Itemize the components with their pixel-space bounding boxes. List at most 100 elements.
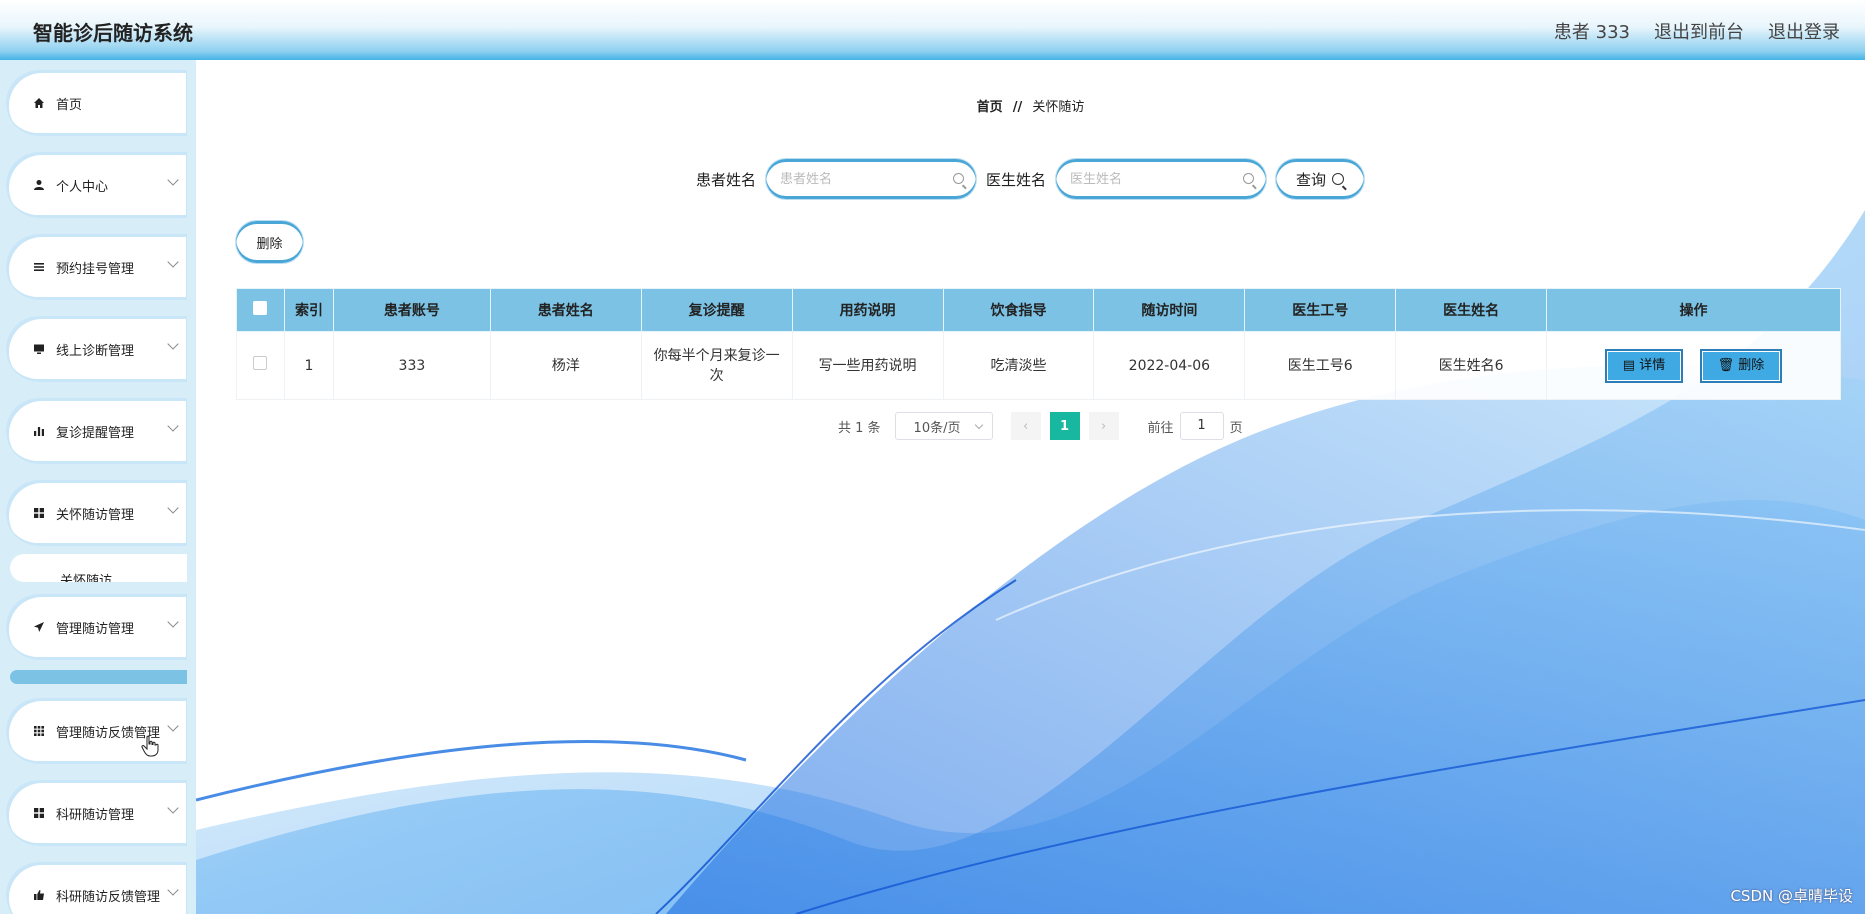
- cell-diet: 吃清淡些: [942, 331, 1095, 400]
- cell-doctor-name: 医生姓名6: [1395, 331, 1548, 400]
- column-header: 复诊提醒: [640, 288, 793, 332]
- grid-icon: [32, 806, 46, 820]
- delete-label: 删除: [1738, 357, 1765, 373]
- patient-name-input[interactable]: [780, 171, 941, 187]
- column-header: 医生姓名: [1395, 288, 1548, 332]
- grid-icon: [32, 506, 46, 520]
- sidebar-item-label: 首页: [56, 97, 83, 113]
- chevron-down-icon: [167, 338, 179, 350]
- breadcrumb-separator: //: [1012, 100, 1023, 115]
- chevron-down-icon: [167, 174, 179, 186]
- sidebar-item-mgmt-followup[interactable]: 管理随访管理: [6, 594, 187, 660]
- hand-cursor-icon: [141, 735, 159, 757]
- sidebar-item-label: 科研随访反馈管理: [56, 889, 161, 905]
- doctor-name-field: [1056, 159, 1267, 199]
- column-header: 用药说明: [791, 288, 944, 332]
- cell-reminder: 你每半个月来复诊一次: [640, 331, 793, 400]
- chevron-down-icon: [167, 256, 179, 268]
- column-header: 饮食指导: [942, 288, 1095, 332]
- document-icon: ▤: [1622, 357, 1640, 373]
- thumb-icon: [32, 888, 46, 902]
- submenu-active-highlight[interactable]: [10, 670, 187, 684]
- row-select-cell[interactable]: [236, 331, 285, 400]
- sidebar-item-appointment[interactable]: 预约挂号管理: [6, 234, 187, 300]
- main-content: 首页 // 关怀随访 患者姓名 医生姓名 查询 删除 索引 患者账号: [196, 60, 1865, 914]
- doctor-name-input[interactable]: [1070, 171, 1231, 187]
- pagination: 共 1 条 10条/页 ‹ 1 › 前往 1 页: [838, 412, 1243, 440]
- chevron-right-icon: ›: [1100, 418, 1107, 434]
- search-row: 患者姓名 医生姓名 查询: [696, 159, 1365, 199]
- list-icon: [32, 260, 46, 274]
- sidebar-item-label: 个人中心: [56, 179, 109, 195]
- trash-icon: 🗑: [1717, 357, 1739, 373]
- search-icon: [1243, 173, 1255, 184]
- sidebar: 首页 个人中心 预约挂号管理 线上诊断管理 复诊提醒管理 关怀随访管理 关怀随访…: [0, 60, 196, 914]
- header-actions: 患者 333 退出到前台 退出登录: [1554, 18, 1840, 44]
- sidebar-item-research-followup[interactable]: 科研随访管理: [6, 780, 187, 846]
- data-table: 索引 患者账号 患者姓名 复诊提醒 用药说明 饮食指导 随访时间 医生工号 医生…: [236, 288, 1841, 400]
- sidebar-item-label: 科研随访管理: [56, 807, 135, 823]
- row-checkbox[interactable]: [253, 355, 268, 370]
- sidebar-item-label: 线上诊断管理: [56, 343, 135, 359]
- sidebar-item-home[interactable]: 首页: [6, 70, 187, 136]
- sidebar-item-label: 复诊提醒管理: [56, 425, 135, 441]
- page-size-select[interactable]: 10条/页: [894, 412, 993, 440]
- column-header: 医生工号: [1244, 288, 1397, 332]
- sidebar-item-reminder[interactable]: 复诊提醒管理: [6, 398, 187, 464]
- prev-page-button[interactable]: ‹: [1010, 412, 1041, 440]
- next-page-button[interactable]: ›: [1088, 412, 1119, 440]
- current-user: 患者 333: [1553, 22, 1630, 43]
- sidebar-item-label: 管理随访管理: [56, 621, 135, 637]
- page-unit-label: 页: [1229, 420, 1243, 436]
- chevron-down-icon: [167, 420, 179, 432]
- breadcrumb-current: 关怀随访: [1032, 100, 1085, 115]
- column-header: 索引: [283, 288, 334, 332]
- goto-page-input[interactable]: 1: [1179, 412, 1224, 440]
- detail-label: 详情: [1639, 357, 1666, 373]
- cell-account: 333: [332, 331, 491, 400]
- detail-button[interactable]: ▤ 详情: [1604, 348, 1684, 383]
- chevron-down-icon: [167, 802, 179, 814]
- sidebar-item-personal[interactable]: 个人中心: [6, 152, 187, 218]
- sidebar-item-mgmt-feedback[interactable]: 管理随访反馈管理: [6, 698, 187, 764]
- sidebar-item-label: 预约挂号管理: [56, 261, 135, 277]
- patient-name-field: [766, 159, 977, 199]
- column-header: 操作: [1546, 288, 1841, 332]
- column-header: 患者账号: [332, 288, 491, 332]
- doctor-name-label: 医生姓名: [986, 170, 1047, 189]
- cell-medication: 写一些用药说明: [791, 331, 944, 400]
- query-label: 查询: [1296, 170, 1327, 189]
- select-all-checkbox[interactable]: [253, 301, 268, 315]
- batch-delete-button[interactable]: 删除: [236, 221, 303, 263]
- patient-name-label: 患者姓名: [696, 170, 757, 189]
- bar-chart-icon: [32, 424, 46, 438]
- send-icon: [32, 620, 46, 634]
- chevron-down-icon: [167, 720, 179, 732]
- breadcrumb-home[interactable]: 首页: [977, 100, 1003, 115]
- logout-link[interactable]: 退出登录: [1768, 18, 1840, 44]
- chevron-left-icon: ‹: [1022, 418, 1029, 434]
- page-number-current[interactable]: 1: [1049, 412, 1080, 440]
- sidebar-item-care-followup[interactable]: 关怀随访管理: [6, 480, 187, 546]
- chevron-down-icon: [167, 616, 179, 628]
- back-to-front-link[interactable]: 退出到前台: [1654, 18, 1744, 44]
- cell-time: 2022-04-06: [1093, 331, 1246, 400]
- cell-patient-name: 杨洋: [489, 331, 642, 400]
- grid9-icon: [32, 724, 46, 738]
- chevron-down-icon: [167, 502, 179, 514]
- submenu-item-care-followup[interactable]: 关怀随访: [10, 554, 187, 582]
- search-icon: [1332, 173, 1345, 185]
- column-header: 患者姓名: [489, 288, 642, 332]
- sidebar-item-online-diagnosis[interactable]: 线上诊断管理: [6, 316, 187, 382]
- cell-doctor-id: 医生工号6: [1244, 331, 1397, 400]
- monitor-icon: [32, 342, 46, 356]
- row-delete-button[interactable]: 🗑 删除: [1699, 348, 1783, 383]
- query-button[interactable]: 查询: [1276, 159, 1365, 199]
- app-title: 智能诊后随访系统: [33, 21, 193, 45]
- total-count: 共 1 条: [838, 420, 881, 436]
- search-icon: [953, 173, 965, 184]
- select-all-cell[interactable]: [236, 288, 285, 332]
- home-icon: [32, 96, 46, 110]
- column-header: 随访时间: [1093, 288, 1246, 332]
- sidebar-item-research-feedback[interactable]: 科研随访反馈管理: [6, 862, 187, 914]
